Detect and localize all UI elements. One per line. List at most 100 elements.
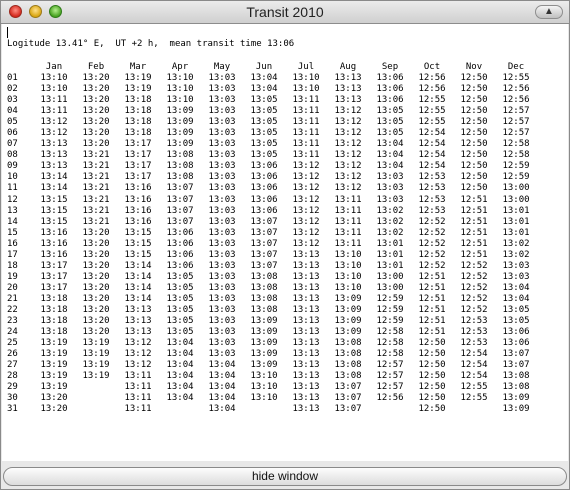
month-header-aug: Aug	[339, 62, 357, 72]
title-bar[interactable]: Transit 2010 ▲	[1, 1, 569, 24]
transit-time-cell: 13:11	[292, 128, 320, 139]
transit-time-cell: 13:09	[250, 360, 278, 371]
transit-time-cell: 13:11	[334, 194, 362, 205]
transit-time-cell: 12:50	[460, 73, 488, 83]
transit-time-cell: 13:08	[166, 150, 194, 161]
transit-time-cell: 13:13	[292, 316, 320, 327]
transit-time-cell: 13:13	[40, 150, 68, 161]
transit-time-cell: 13:09	[250, 338, 278, 349]
transit-time-cell: 12:53	[460, 327, 488, 338]
transit-time-cell: 13:13	[292, 338, 320, 349]
transit-time-cell: 12:51	[460, 238, 488, 249]
transit-time-cell: 12:50	[418, 382, 446, 393]
transit-time-cell: 13:00	[502, 194, 530, 205]
transit-time-cell: 12:52	[418, 249, 446, 260]
text-area[interactable]: Logitude 13.41° E, UT +2 h, mean transit…	[2, 24, 568, 461]
transit-time-cell: 13:04	[376, 161, 404, 172]
transit-time-cell: 13:06	[250, 161, 278, 172]
transit-time-cell: 13:04	[166, 349, 194, 360]
transit-time-cell: 12:58	[502, 150, 530, 161]
transit-time-cell: 12:52	[418, 260, 446, 271]
transit-time-cell: 13:04	[166, 393, 194, 404]
transit-time-cell: 13:09	[250, 316, 278, 327]
transit-time-cell: 13:04	[250, 73, 278, 83]
table-row: 18 13:17 13:20 13:14 13:06 13:03 13:07 13:13 13:…	[2, 261, 568, 272]
transit-time-cell: 12:53	[460, 338, 488, 349]
transit-time-cell: 13:07	[250, 216, 278, 227]
transit-time-cell: 13:20	[82, 249, 110, 260]
transit-time-cell: 13:12	[334, 161, 362, 172]
table-row: 02 13:10 13:20 13:19 13:10 13:03 13:04 13:10 13:…	[2, 84, 568, 95]
toolbar-toggle-button[interactable]: ▲	[535, 5, 563, 19]
transit-time-cell: 13:11	[40, 106, 68, 117]
transit-time-cell: 12:59	[376, 316, 404, 327]
transit-time-cell: 13:10	[292, 73, 320, 83]
transit-time-cell: 13:04	[208, 371, 236, 382]
transit-time-cell: 13:10	[292, 84, 320, 95]
transit-time-cell: 12:55	[418, 95, 446, 106]
transit-time-cell: 13:10	[40, 84, 68, 95]
day-label: 24	[7, 327, 18, 338]
table-row: 06 13:12 13:20 13:18 13:09 13:03 13:05 13:11 13:…	[2, 128, 568, 139]
transit-time-cell: 13:05	[166, 304, 194, 315]
transit-time-cell: 13:08	[334, 371, 362, 382]
month-header-jun: Jun	[255, 62, 273, 72]
transit-time-cell: 13:12	[292, 194, 320, 205]
transit-time-cell: 13:03	[208, 249, 236, 260]
table-row: 29 13:19 13:11 13:04 13:04 13:10 13:13 13:07 12:…	[2, 382, 568, 393]
transit-time-cell: 13:09	[334, 304, 362, 315]
transit-time-cell: 13:08	[334, 360, 362, 371]
transit-time-cell: 13:19	[82, 371, 110, 382]
transit-time-cell: 13:13	[124, 304, 152, 315]
transit-time-cell: 13:06	[376, 84, 404, 95]
transit-time-cell: 12:51	[460, 216, 488, 227]
transit-time-cell: 13:06	[502, 338, 530, 349]
day-label: 05	[7, 117, 18, 128]
transit-time-cell: 12:50	[418, 404, 446, 415]
transit-time-cell: 12:57	[376, 360, 404, 371]
transit-time-cell: 13:16	[40, 238, 68, 249]
transit-time-cell: 13:13	[334, 95, 362, 106]
triangle-up-icon: ▲	[544, 6, 554, 17]
day-label: 26	[7, 349, 18, 360]
transit-time-cell: 13:04	[166, 382, 194, 393]
transit-time-cell: 13:04	[208, 360, 236, 371]
day-label: 25	[7, 338, 18, 349]
transit-time-cell: 13:06	[376, 95, 404, 106]
transit-time-cell: 12:59	[376, 293, 404, 304]
transit-time-cell: 13:13	[40, 161, 68, 172]
transit-time-cell: 13:03	[208, 194, 236, 205]
transit-time-cell: 13:18	[124, 95, 152, 106]
day-label: 13	[7, 205, 18, 216]
transit-time-cell: 13:12	[124, 338, 152, 349]
transit-time-cell: 13:03	[376, 183, 404, 194]
transit-time-cell: 13:03	[376, 194, 404, 205]
transit-window: Transit 2010 ▲ Logitude 13.41° E, UT +2 …	[0, 0, 570, 490]
transit-time-cell: 13:10	[166, 95, 194, 106]
table-row: 10 13:14 13:21 13:17 13:08 13:03 13:06 13:12 13:…	[2, 172, 568, 183]
transit-time-cell: 13:20	[82, 227, 110, 238]
hide-window-button[interactable]: hide window	[3, 467, 567, 486]
transit-time-cell: 12:51	[418, 282, 446, 293]
day-label: 23	[7, 316, 18, 327]
transit-time-cell: 13:07	[166, 205, 194, 216]
transit-time-cell: 13:07	[334, 393, 362, 404]
transit-time-cell: 12:52	[418, 227, 446, 238]
transit-time-cell: 12:50	[418, 349, 446, 360]
transit-time-cell: 13:03	[208, 271, 236, 282]
transit-time-cell: 13:15	[124, 227, 152, 238]
table-row: 19 13:17 13:20 13:14 13:05 13:03 13:08 13:13 13:…	[2, 272, 568, 283]
table-row: 12 13:15 13:21 13:16 13:07 13:03 13:06 13:12 13:…	[2, 195, 568, 206]
transit-time-cell: 13:16	[124, 194, 152, 205]
transit-time-cell: 13:15	[40, 205, 68, 216]
table-heading: Logitude 13.41° E, UT +2 h, mean transit…	[7, 39, 295, 49]
transit-time-cell: 13:11	[334, 216, 362, 227]
transit-time-cell: 13:07	[334, 404, 362, 415]
transit-time-cell: 13:13	[292, 249, 320, 260]
table-row: 24 13:18 13:20 13:13 13:05 13:03 13:09 13:13 13:…	[2, 327, 568, 338]
transit-time-cell: 13:14	[124, 271, 152, 282]
text-cursor	[7, 27, 8, 38]
table-row: 27 13:19 13:19 13:12 13:04 13:04 13:09 13:13 13:…	[2, 360, 568, 371]
day-label: 15	[7, 227, 18, 238]
transit-time-cell: 13:17	[124, 139, 152, 150]
